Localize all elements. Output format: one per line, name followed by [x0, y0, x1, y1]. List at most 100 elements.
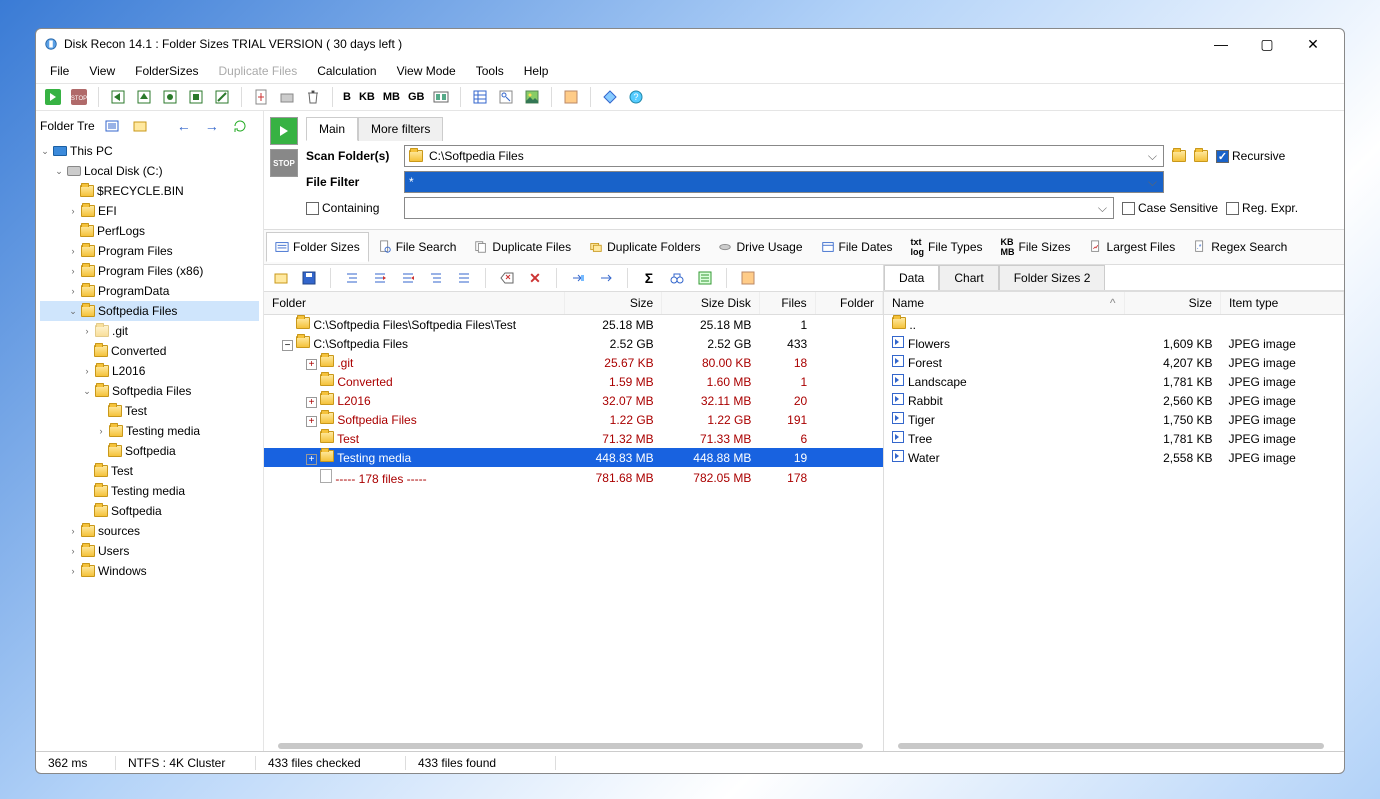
- tb-icon-1[interactable]: [107, 86, 129, 108]
- list-row[interactable]: Tree1,781 KBJPEG image: [884, 429, 1344, 448]
- recursive-checkbox[interactable]: ✓Recursive: [1216, 149, 1285, 163]
- browse-folder-icon[interactable]: [1172, 150, 1186, 162]
- table-row[interactable]: + .git25.67 KB80.00 KB18: [264, 353, 883, 372]
- titlebar[interactable]: Disk Recon 14.1 : Folder Sizes TRIAL VER…: [36, 29, 1344, 59]
- minimize-button[interactable]: —: [1198, 29, 1244, 59]
- menu-tools[interactable]: Tools: [468, 62, 512, 80]
- vtab-drive-usage[interactable]: Drive Usage: [709, 232, 811, 262]
- vtab-duplicate-folders[interactable]: Duplicate Folders: [580, 232, 709, 262]
- gt-export-icon[interactable]: [694, 267, 716, 289]
- scan-stop-button[interactable]: STOP: [270, 149, 298, 177]
- rcol-type[interactable]: Item type: [1220, 292, 1343, 315]
- tab-main[interactable]: Main: [306, 117, 358, 141]
- vtab-file-types[interactable]: txtlogFile Types: [902, 232, 992, 262]
- gt-misc-icon[interactable]: [737, 267, 759, 289]
- scan-go-button[interactable]: [270, 117, 298, 145]
- table-row[interactable]: C:\Softpedia Files\Softpedia Files\Test2…: [264, 315, 883, 335]
- file-list-grid[interactable]: Name^ Size Item type .. Flowers1,609 KBJ…: [884, 291, 1344, 741]
- delete-icon[interactable]: [302, 86, 324, 108]
- gt-binoculars-icon[interactable]: [666, 267, 688, 289]
- gt-indent-5-icon[interactable]: [453, 267, 475, 289]
- vtab-duplicate-files[interactable]: Duplicate Files: [465, 232, 580, 262]
- menu-duplicate-files[interactable]: Duplicate Files: [211, 62, 306, 80]
- list-row[interactable]: Water2,558 KBJPEG image: [884, 448, 1344, 467]
- case-sensitive-checkbox[interactable]: Case Sensitive: [1122, 201, 1218, 215]
- tree-btn-1[interactable]: [101, 115, 123, 137]
- gt-indent-3-icon[interactable]: [397, 267, 419, 289]
- gt-indent-4-icon[interactable]: [425, 267, 447, 289]
- menu-foldersizes[interactable]: FolderSizes: [127, 62, 206, 80]
- properties-icon[interactable]: [250, 86, 272, 108]
- table-row[interactable]: + Testing media448.83 MB448.88 MB19: [264, 448, 883, 467]
- rcol-size[interactable]: Size: [1124, 292, 1220, 315]
- gt-delete-x-icon[interactable]: ✕: [524, 267, 546, 289]
- table-row[interactable]: ----- 178 files -----781.68 MB782.05 MB1…: [264, 467, 883, 488]
- gt-indent-1-icon[interactable]: [341, 267, 363, 289]
- vtab-largest-files[interactable]: Largest Files: [1080, 232, 1185, 262]
- vtab-file-dates[interactable]: File Dates: [812, 232, 902, 262]
- tb-icon-3[interactable]: [159, 86, 181, 108]
- scan-path-combo[interactable]: C:\Softpedia Files: [404, 145, 1164, 167]
- maximize-button[interactable]: ▢: [1244, 29, 1290, 59]
- gt-arrow-icon[interactable]: [595, 267, 617, 289]
- unit-b-button[interactable]: B: [341, 91, 353, 103]
- rtab-folder-sizes-2[interactable]: Folder Sizes 2: [999, 265, 1106, 290]
- folder-tree[interactable]: ⌄This PC ⌄Local Disk (C:) $RECYCLE.BIN ›…: [40, 141, 259, 751]
- gt-save-icon[interactable]: [298, 267, 320, 289]
- vtab-regex-search[interactable]: .*Regex Search: [1184, 232, 1296, 262]
- list-row[interactable]: Tiger1,750 KBJPEG image: [884, 410, 1344, 429]
- horizontal-scrollbar[interactable]: [264, 741, 883, 751]
- gt-sigma-icon[interactable]: Σ: [638, 267, 660, 289]
- containing-combo[interactable]: [404, 197, 1114, 219]
- tb-diamond-icon[interactable]: [599, 86, 621, 108]
- unit-auto-icon[interactable]: [430, 86, 452, 108]
- regex-checkbox[interactable]: Reg. Expr.: [1226, 201, 1298, 215]
- rtab-data[interactable]: Data: [884, 265, 939, 290]
- tree-back-icon[interactable]: ←: [173, 115, 195, 137]
- list-row[interactable]: Forest4,207 KBJPEG image: [884, 353, 1344, 372]
- table-row[interactable]: + Softpedia Files1.22 GB1.22 GB191: [264, 410, 883, 429]
- tb-icon-4[interactable]: [185, 86, 207, 108]
- menu-help[interactable]: Help: [516, 62, 557, 80]
- menu-view-mode[interactable]: View Mode: [389, 62, 464, 80]
- folder-sizes-grid[interactable]: Folder Size Size Disk Files Folder C:\So…: [264, 291, 883, 741]
- list-row[interactable]: Rabbit2,560 KBJPEG image: [884, 391, 1344, 410]
- browse-folder-icon-2[interactable]: [1194, 150, 1208, 162]
- tab-more-filters[interactable]: More filters: [358, 117, 443, 141]
- unit-gb-button[interactable]: GB: [406, 91, 427, 103]
- col-files[interactable]: Files: [759, 292, 815, 315]
- vtab-folder-sizes[interactable]: Folder Sizes: [266, 232, 369, 262]
- menu-calculation[interactable]: Calculation: [309, 62, 384, 80]
- containing-checkbox[interactable]: Containing: [306, 201, 396, 215]
- menu-file[interactable]: File: [42, 62, 77, 80]
- table-row[interactable]: − C:\Softpedia Files2.52 GB2.52 GB433: [264, 334, 883, 353]
- gt-delete-back-icon[interactable]: [496, 267, 518, 289]
- view-preview-icon[interactable]: [495, 86, 517, 108]
- list-row[interactable]: Landscape1,781 KBJPEG image: [884, 372, 1344, 391]
- col-folder[interactable]: Folder: [264, 292, 564, 315]
- unit-kb-button[interactable]: KB: [357, 91, 377, 103]
- list-row[interactable]: Flowers1,609 KBJPEG image: [884, 334, 1344, 353]
- tree-refresh-icon[interactable]: [229, 115, 251, 137]
- gt-arrow-sel-icon[interactable]: [567, 267, 589, 289]
- scan-stop-icon[interactable]: STOP: [68, 86, 90, 108]
- vtab-file-sizes[interactable]: KBMBFile Sizes: [992, 232, 1080, 262]
- tb-icon-5[interactable]: [211, 86, 233, 108]
- unit-mb-button[interactable]: MB: [381, 91, 402, 103]
- rcol-name[interactable]: Name^: [884, 292, 1124, 315]
- folder-up-icon[interactable]: [276, 86, 298, 108]
- close-button[interactable]: ✕: [1290, 29, 1336, 59]
- menu-view[interactable]: View: [81, 62, 123, 80]
- col-folders[interactable]: Folder: [815, 292, 882, 315]
- col-size[interactable]: Size: [564, 292, 662, 315]
- table-row[interactable]: Test71.32 MB71.33 MB6: [264, 429, 883, 448]
- view-thumbs-icon[interactable]: [521, 86, 543, 108]
- col-size-disk[interactable]: Size Disk: [662, 292, 760, 315]
- scan-start-icon[interactable]: [42, 86, 64, 108]
- table-row[interactable]: + L201632.07 MB32.11 MB20: [264, 391, 883, 410]
- tree-fwd-icon[interactable]: →: [201, 115, 223, 137]
- rtab-chart[interactable]: Chart: [939, 265, 998, 290]
- tree-btn-2[interactable]: [129, 115, 151, 137]
- list-row-up[interactable]: ..: [884, 315, 1344, 335]
- horizontal-scrollbar-right[interactable]: [884, 741, 1344, 751]
